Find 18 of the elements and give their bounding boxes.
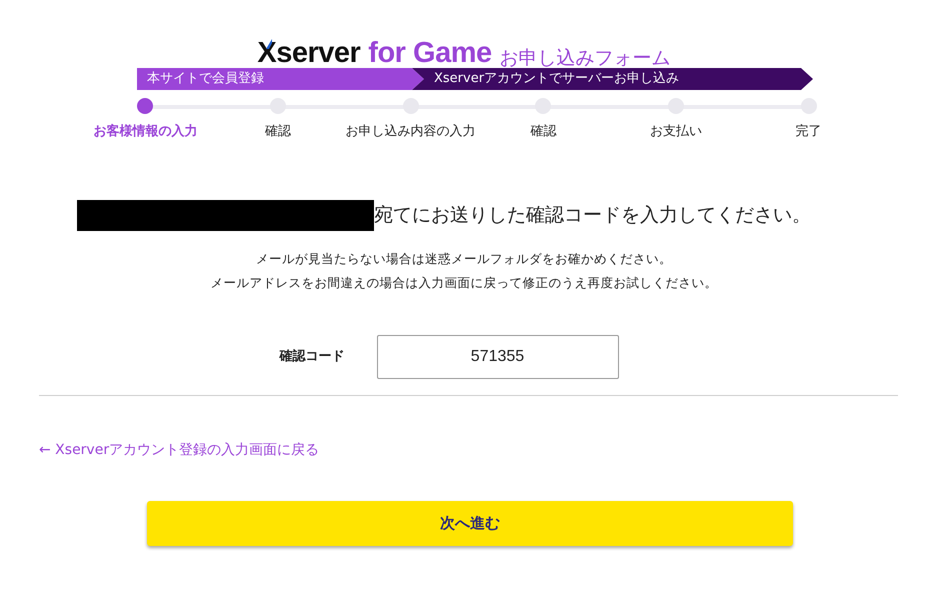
note-text: メールアドレスをお間違えの場合は入力画面に戻って修正のうえ再度お試しください。	[210, 274, 718, 292]
phase-banner: Xserverアカウントでサーバーお申し込み	[412, 68, 813, 90]
note-text: メールが見当たらない場合は迷惑メールフォルダをお確かめください。	[255, 250, 673, 268]
product-name: for Game	[368, 39, 492, 68]
instruction-heading: 宛てにお送りした確認コードを入力してください。	[374, 202, 811, 228]
brand-logo: Xserver	[257, 39, 360, 68]
back-link[interactable]: ← Xserverアカウント登録の入力画面に戻る	[39, 440, 320, 460]
phase-banner: 本サイトで会員登録	[137, 68, 424, 90]
step-label: お客様情報の入力	[93, 122, 198, 141]
step-label: 確認	[530, 123, 556, 141]
step-label: お支払い	[650, 123, 702, 141]
step-label: お申し込み内容の入力	[346, 123, 476, 141]
field-label: 確認コード	[280, 348, 344, 366]
form-title: お申し込みフォーム	[500, 49, 671, 68]
step-label: 完了	[796, 123, 822, 141]
step-label: 確認	[264, 123, 291, 141]
code-input[interactable]: 571355	[376, 334, 618, 378]
next-button[interactable]: 次へ進む	[147, 500, 793, 546]
